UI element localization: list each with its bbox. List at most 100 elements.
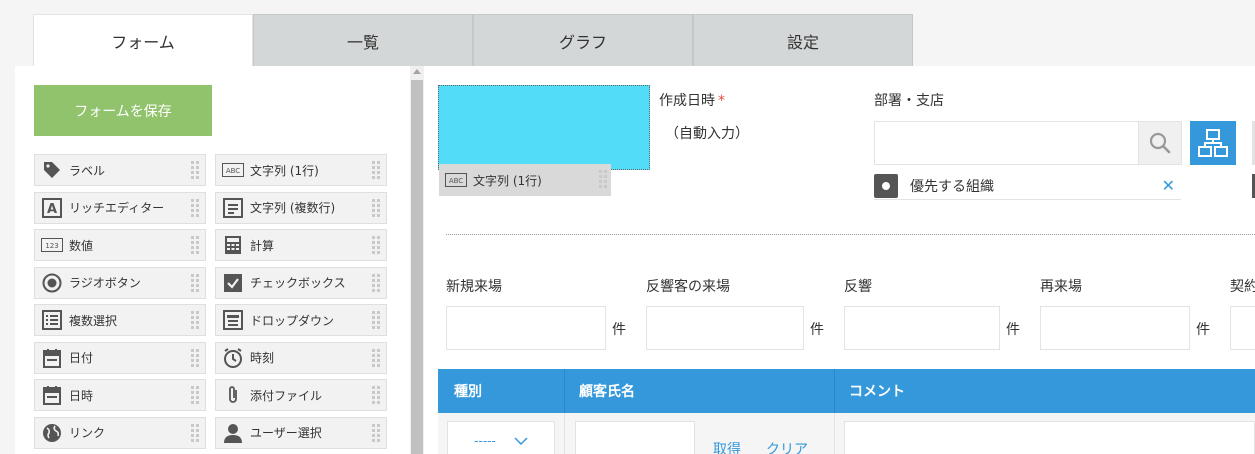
tab-graph[interactable]: グラフ	[473, 14, 693, 66]
unit-response: 件	[1006, 322, 1020, 338]
num-input-revisit[interactable]	[1040, 306, 1190, 350]
drag-handle-icon[interactable]	[191, 161, 199, 181]
number-icon: 123	[41, 234, 63, 256]
drag-handle-icon[interactable]	[372, 161, 380, 181]
palette-item-label: ユーザー選択	[250, 426, 322, 440]
created-datetime-value: （自動入力）	[665, 126, 749, 142]
drag-handle-icon[interactable]	[191, 311, 199, 331]
chevron-down-icon	[514, 435, 528, 448]
drag-handle-icon[interactable]	[191, 236, 199, 256]
dragging-field-tag[interactable]: ABC 文字列 (1行)	[439, 164, 611, 196]
drag-handle-icon[interactable]	[599, 170, 607, 190]
save-form-button[interactable]: フォームを保存	[34, 85, 212, 136]
abc-icon: ABC	[222, 159, 244, 181]
drag-handle-icon[interactable]	[191, 348, 199, 369]
palette-item[interactable]: ドロップダウン	[215, 304, 387, 336]
drag-handle-icon[interactable]	[372, 348, 380, 369]
palette-item-label: ラベル	[69, 163, 106, 178]
num-input-response-visit[interactable]	[646, 306, 804, 350]
tab-settings[interactable]: 設定	[693, 14, 913, 66]
tab-bar: フォーム 一覧 グラフ 設定	[33, 14, 913, 67]
clock-icon	[222, 347, 244, 369]
palette-item[interactable]: ABC 文字列 (1行)	[215, 154, 387, 186]
palette-item-label: 文字列 (1行)	[250, 163, 319, 178]
type-select-value: -----	[474, 434, 496, 448]
palette-item[interactable]: 文字列 (複数行)	[215, 191, 387, 224]
subtable-header: 種別 顧客氏名 コメント	[438, 369, 1255, 413]
palette-item[interactable]: リンク	[34, 416, 206, 449]
drag-handle-icon[interactable]	[191, 198, 199, 219]
multi-select-icon	[41, 309, 63, 331]
unit-new-visit: 件	[612, 322, 626, 338]
palette-item[interactable]: チェックボックス	[215, 266, 387, 299]
org-label: 部署・支店	[874, 93, 944, 109]
calendar-icon	[41, 347, 63, 369]
dropdown-icon	[222, 309, 244, 331]
customer-name-input[interactable]	[575, 421, 695, 454]
palette-item-label: 文字列 (複数行)	[250, 201, 336, 215]
num-label-new-visit: 新規来場	[446, 279, 502, 295]
tab-form[interactable]: フォーム	[33, 14, 253, 67]
palette-scrollbar[interactable]	[410, 66, 424, 454]
scroll-up-arrow-icon[interactable]	[413, 69, 421, 74]
org-tree-button[interactable]	[1190, 121, 1236, 165]
drag-handle-icon[interactable]	[372, 236, 380, 256]
palette-item-label: リッチエディター	[69, 201, 165, 215]
palette-item[interactable]: A リッチエディター	[34, 191, 206, 224]
preferred-org-label: 優先する組織	[910, 178, 994, 195]
palette-item-label: 複数選択	[69, 313, 118, 328]
type-select[interactable]: -----	[447, 421, 555, 454]
org-search-button[interactable]	[1138, 121, 1182, 165]
drag-handle-icon[interactable]	[372, 423, 380, 444]
comment-input[interactable]	[844, 421, 1255, 454]
tag-icon	[41, 159, 63, 181]
tab-list[interactable]: 一覧	[253, 14, 473, 66]
dragging-field-label: 文字列 (1行)	[473, 173, 542, 188]
drop-placeholder	[438, 85, 650, 170]
form-canvas: ABC 文字列 (1行) 作成日時 * （自動入力） 部署・支店 優先する組織 ✕…	[424, 66, 1255, 454]
palette-item[interactable]: ユーザー選択	[215, 416, 387, 449]
palette-item[interactable]: 時刻	[215, 341, 387, 374]
required-mark: *	[718, 93, 725, 109]
palette-item[interactable]: ラベル	[34, 154, 206, 186]
palette-item[interactable]: 123 数値	[34, 229, 206, 261]
palette-item-label: ドロップダウン	[250, 313, 335, 328]
globe-icon	[41, 422, 63, 444]
user-icon	[222, 422, 244, 444]
palette-item-label: リンク	[69, 426, 106, 440]
palette-item[interactable]: 日付	[34, 341, 206, 374]
calculator-icon	[222, 234, 244, 256]
col-header-type: 種別	[454, 384, 482, 400]
palette-item[interactable]: ラジオボタン	[34, 266, 206, 299]
paperclip-icon	[222, 384, 244, 406]
drag-handle-icon[interactable]	[372, 273, 380, 294]
palette-item[interactable]: 日時	[34, 379, 206, 411]
num-input-response[interactable]	[844, 306, 1000, 350]
svg-text:ABC: ABC	[226, 167, 240, 175]
palette-item[interactable]: 添付ファイル	[215, 379, 387, 411]
clear-link[interactable]: クリア	[766, 439, 808, 454]
palette-item[interactable]: 複数選択	[34, 304, 206, 336]
num-input-contract[interactable]	[1230, 306, 1255, 350]
svg-text:A: A	[47, 202, 57, 217]
preferred-org-row: 優先する組織 ✕	[874, 172, 1181, 200]
drag-handle-icon[interactable]	[372, 311, 380, 331]
get-link[interactable]: 取得	[713, 439, 741, 454]
svg-text:123: 123	[45, 242, 58, 250]
drag-handle-icon[interactable]	[372, 198, 380, 219]
scroll-thumb[interactable]	[411, 80, 423, 454]
close-icon[interactable]: ✕	[1162, 176, 1175, 195]
org-input[interactable]	[874, 121, 1140, 165]
radio-dot-icon[interactable]	[874, 173, 898, 198]
col-header-comment: コメント	[849, 384, 905, 400]
col-header-customer: 顧客氏名	[579, 384, 635, 400]
palette-item[interactable]: 計算	[215, 229, 387, 261]
drag-handle-icon[interactable]	[191, 386, 199, 406]
num-input-new-visit[interactable]	[446, 306, 606, 350]
drag-handle-icon[interactable]	[372, 386, 380, 406]
drag-handle-icon[interactable]	[191, 273, 199, 294]
drag-handle-icon[interactable]	[191, 423, 199, 444]
unit-response-visit: 件	[810, 322, 824, 338]
checkbox-icon	[222, 272, 244, 294]
created-datetime-text: 作成日時	[659, 93, 715, 109]
